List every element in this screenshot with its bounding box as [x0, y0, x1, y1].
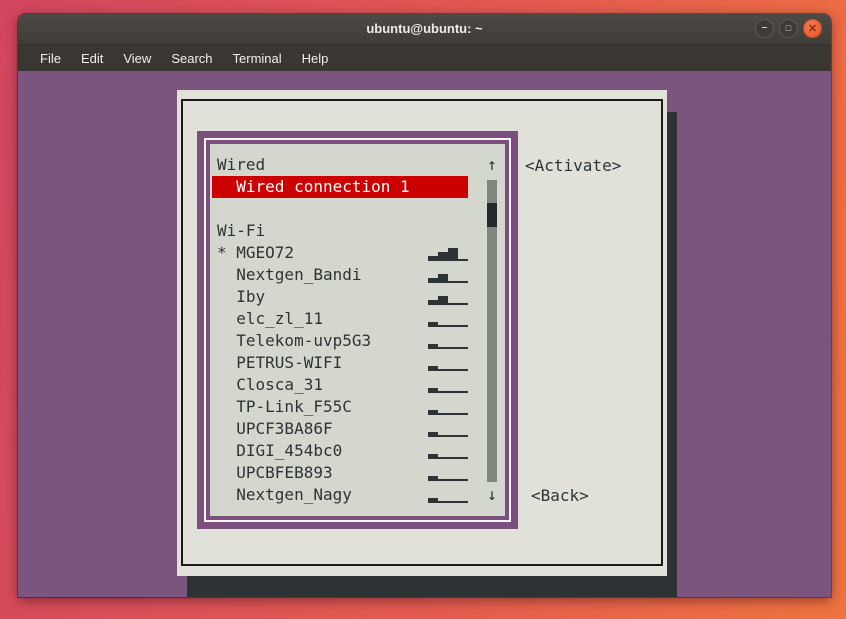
minimize-button[interactable]: – [755, 19, 774, 38]
signal-strength-icon [428, 308, 468, 330]
signal-strength-icon [428, 330, 468, 352]
list-item[interactable]: Wired connection 1 [210, 176, 505, 198]
list-item[interactable]: UPCF3BA86F [210, 418, 505, 440]
network-name: Iby [217, 287, 266, 306]
list-item[interactable]: Telekom-uvp5G3 [210, 330, 505, 352]
list-item[interactable]: Closca_31 [210, 374, 505, 396]
list-rows: Wired Wired connection 1 Wi-Fi * MGEO72 Ne… [210, 154, 505, 506]
menu-item-edit[interactable]: Edit [71, 51, 113, 66]
network-name: UPCBFEB893 [217, 463, 333, 482]
list-item[interactable]: Nextgen_Bandi [210, 264, 505, 286]
list-item[interactable]: Iby [210, 286, 505, 308]
network-name: Wired connection 1 [217, 177, 410, 196]
maximize-button[interactable]: □ [779, 19, 798, 38]
list-item[interactable]: TP-Link_F55C [210, 396, 505, 418]
menu-item-file[interactable]: File [30, 51, 71, 66]
list-item[interactable]: UPCBFEB893 [210, 462, 505, 484]
network-name: PETRUS-WIFI [217, 353, 343, 372]
section-title: Wi-Fi [217, 221, 266, 240]
back-button[interactable]: <Back> [531, 485, 589, 507]
signal-strength-icon [428, 264, 468, 286]
list-item[interactable]: Nextgen_Nagy [210, 484, 505, 506]
window-title: ubuntu@ubuntu: ~ [366, 21, 483, 36]
window-controls: – □ ✕ [755, 19, 822, 38]
signal-strength-icon [428, 352, 468, 374]
signal-strength-icon [428, 418, 468, 440]
list-item[interactable]: DIGI_454bc0 [210, 440, 505, 462]
signal-strength-icon [428, 374, 468, 396]
list-section-label: Wi-Fi [210, 220, 505, 242]
menu-item-terminal[interactable]: Terminal [223, 51, 292, 66]
signal-strength-icon [428, 440, 468, 462]
signal-strength-icon [428, 462, 468, 484]
network-name: Telekom-uvp5G3 [217, 331, 372, 350]
network-name: * MGEO72 [217, 243, 295, 262]
signal-strength-icon [428, 484, 468, 506]
signal-strength-icon [428, 396, 468, 418]
menubar: File Edit View Search Terminal Help [18, 45, 831, 71]
scrollbar-thumb[interactable] [487, 203, 497, 227]
list-item[interactable]: elc_zl_11 [210, 308, 505, 330]
maximize-icon: □ [785, 23, 792, 33]
section-title: Wired [217, 155, 266, 174]
listbox-content: Wired Wired connection 1 Wi-Fi * MGEO72 Ne… [210, 144, 505, 516]
network-name: Nextgen_Bandi [217, 265, 362, 284]
network-name: Closca_31 [217, 375, 323, 394]
titlebar[interactable]: ubuntu@ubuntu: ~ – □ ✕ [18, 14, 831, 45]
network-name: DIGI_454bc0 [217, 441, 343, 460]
close-icon: ✕ [807, 23, 818, 35]
connection-listbox: Wired Wired connection 1 Wi-Fi * MGEO72 Ne… [197, 131, 518, 529]
menu-item-search[interactable]: Search [161, 51, 222, 66]
menu-item-help[interactable]: Help [292, 51, 339, 66]
menu-item-view[interactable]: View [113, 51, 161, 66]
list-item[interactable]: * MGEO72 [210, 242, 505, 264]
signal-strength-icon [428, 286, 468, 308]
activate-button[interactable]: <Activate> [525, 155, 621, 177]
minimize-icon: – [761, 22, 768, 33]
network-name: Nextgen_Nagy [217, 485, 352, 504]
network-name: TP-Link_F55C [217, 397, 352, 416]
terminal-window: ubuntu@ubuntu: ~ – □ ✕ File Edit View Se… [18, 14, 831, 597]
list-item[interactable]: PETRUS-WIFI [210, 352, 505, 374]
network-name: elc_zl_11 [217, 309, 323, 328]
list-section-label: Wired [210, 154, 505, 176]
signal-strength-icon [428, 242, 468, 264]
close-button[interactable]: ✕ [803, 19, 822, 38]
scroll-up-icon[interactable]: ↑ [481, 154, 503, 176]
terminal-body[interactable]: Wired Wired connection 1 Wi-Fi * MGEO72 Ne… [18, 71, 831, 597]
scroll-down-icon[interactable]: ↓ [481, 484, 503, 506]
nmtui-dialog: Wired Wired connection 1 Wi-Fi * MGEO72 Ne… [177, 90, 667, 576]
network-name: UPCF3BA86F [217, 419, 333, 438]
